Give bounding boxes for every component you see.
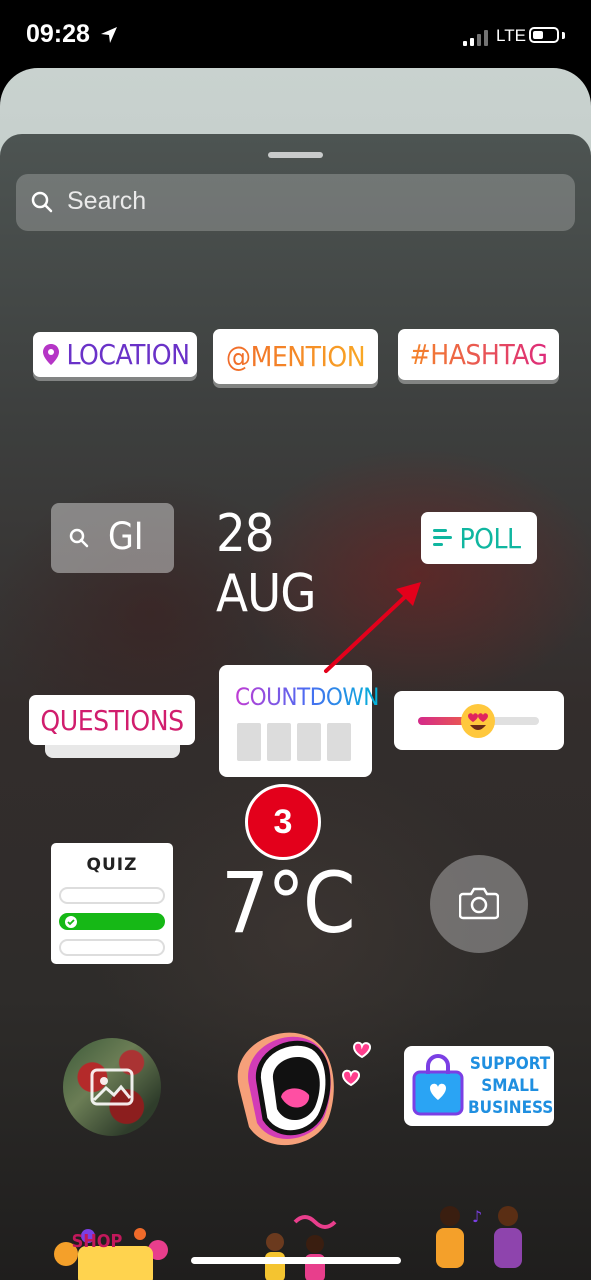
svg-text:♪: ♪ [472, 1207, 482, 1226]
shop-label: SHOP [71, 1231, 123, 1252]
annotation-arrow [324, 582, 421, 673]
status-bar: 09:28 LTE [0, 0, 591, 70]
network-label: LTE [496, 26, 526, 45]
dancers-sticker[interactable] [235, 1212, 360, 1280]
music-illustration-icon: ♪ [436, 1206, 522, 1268]
music-dancers-sticker[interactable]: ♪ [420, 1202, 540, 1280]
dancers-illustration-icon [265, 1215, 337, 1280]
battery-icon [529, 27, 559, 43]
location-arrow-icon [101, 27, 117, 43]
status-time: 09:28 [26, 20, 90, 48]
battery-cap [562, 32, 565, 39]
home-indicator[interactable] [191, 1257, 401, 1264]
step-number-badge: 3 [245, 784, 321, 860]
signal-icon [463, 30, 491, 46]
sticker-tray: Search LOCATION @MENTION #HASHTAG GI 28 … [0, 134, 591, 1280]
